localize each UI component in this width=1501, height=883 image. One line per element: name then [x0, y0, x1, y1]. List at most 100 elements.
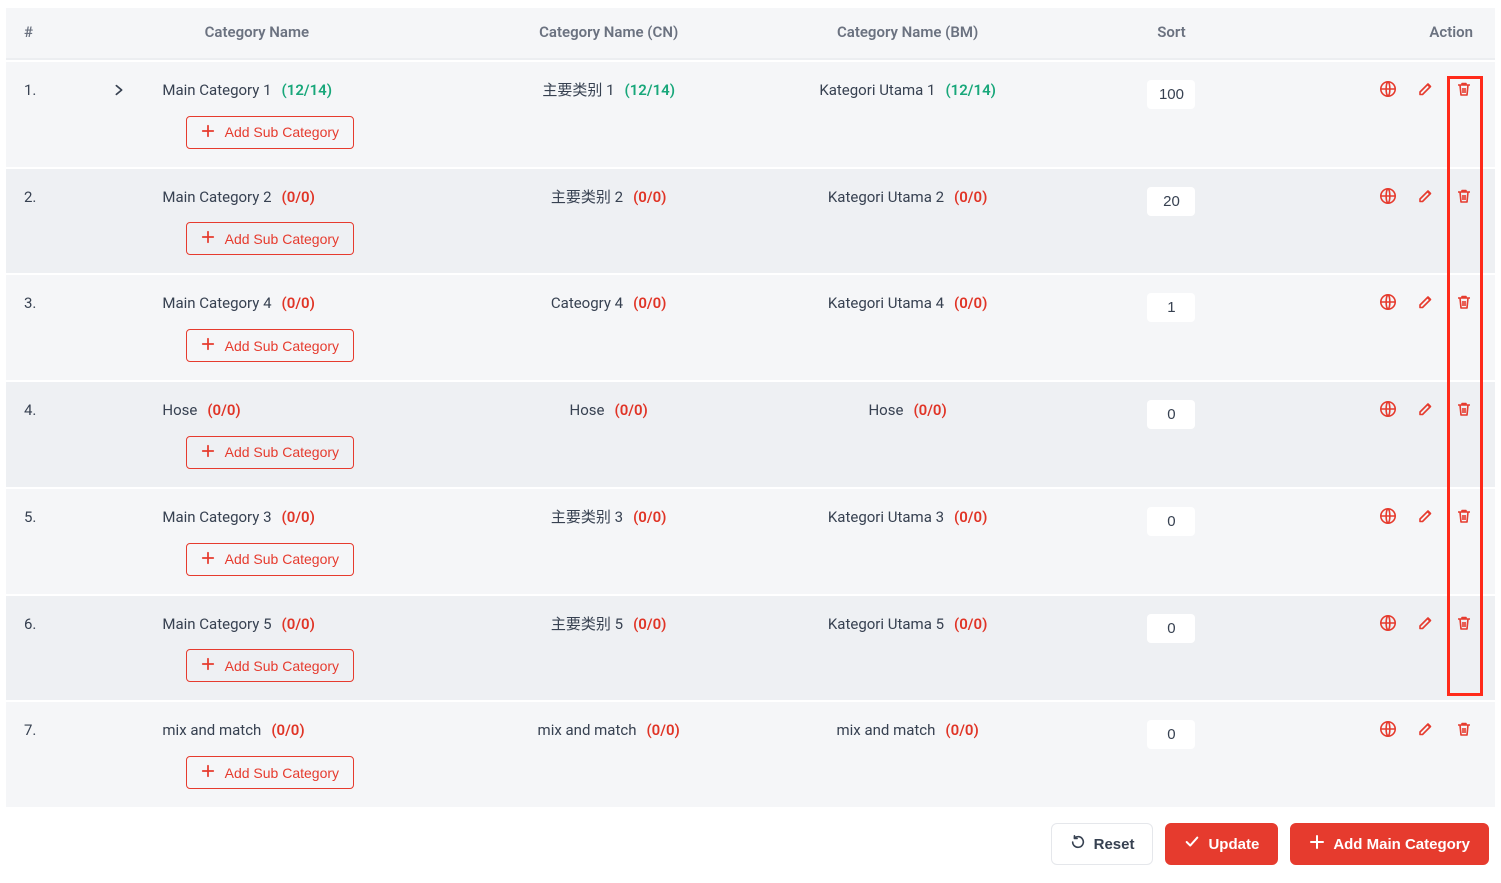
category-name: mix and match — [162, 720, 261, 742]
trash-icon[interactable] — [1455, 187, 1473, 205]
edit-icon[interactable] — [1417, 293, 1435, 311]
cell-category-name: Main Category 3 (0/0) Add Sub Category — [54, 489, 459, 594]
edit-icon[interactable] — [1417, 400, 1435, 418]
globe-icon[interactable] — [1379, 614, 1397, 632]
category-cn-count: (12/14) — [625, 80, 675, 102]
plus-icon — [201, 124, 215, 141]
trash-icon[interactable] — [1455, 614, 1473, 632]
category-name-count: (0/0) — [282, 187, 315, 209]
cell-sort — [1057, 596, 1286, 701]
category-cn: mix and match — [538, 720, 637, 742]
add-sub-label: Add Sub Category — [225, 444, 339, 460]
category-bm: Kategori Utama 5 — [828, 614, 944, 636]
globe-icon[interactable] — [1379, 400, 1397, 418]
cell-category-bm: Hose (0/0) — [758, 382, 1057, 487]
cell-category-name: Main Category 1 (12/14) Add Sub Category — [54, 62, 459, 167]
add-sub-category-button[interactable]: Add Sub Category — [186, 116, 354, 149]
reset-button[interactable]: Reset — [1051, 823, 1154, 865]
sort-input[interactable] — [1147, 400, 1195, 429]
edit-icon[interactable] — [1417, 507, 1435, 525]
category-name: Main Category 5 — [162, 614, 271, 636]
category-cn: 主要类别 2 — [551, 187, 623, 209]
cell-category-bm: Kategori Utama 2 (0/0) — [758, 169, 1057, 274]
row-index: 3. — [6, 275, 54, 380]
cell-category-cn: 主要类别 5 (0/0) — [459, 596, 758, 701]
category-cn-count: (0/0) — [633, 614, 666, 636]
trash-icon[interactable] — [1455, 507, 1473, 525]
cell-sort — [1057, 62, 1286, 167]
category-bm-count: (0/0) — [954, 614, 987, 636]
header-cn: Category Name (CN) — [459, 8, 758, 60]
add-sub-label: Add Sub Category — [225, 658, 339, 674]
add-sub-category-button[interactable]: Add Sub Category — [186, 436, 354, 469]
chevron-right-icon[interactable] — [112, 82, 126, 96]
cell-category-cn: 主要类别 1 (12/14) — [459, 62, 758, 167]
edit-icon[interactable] — [1417, 187, 1435, 205]
sort-input[interactable] — [1147, 187, 1195, 216]
cell-sort — [1057, 489, 1286, 594]
category-cn-count: (0/0) — [633, 507, 666, 529]
update-button[interactable]: Update — [1165, 823, 1278, 865]
cell-category-cn: 主要类别 2 (0/0) — [459, 169, 758, 274]
add-sub-category-button[interactable]: Add Sub Category — [186, 649, 354, 682]
trash-icon[interactable] — [1455, 400, 1473, 418]
header-sort: Sort — [1057, 8, 1286, 60]
category-cn-count: (0/0) — [633, 293, 666, 315]
sort-input[interactable] — [1147, 507, 1195, 536]
category-cn: Cateogry 4 — [551, 293, 623, 315]
category-name-count: (0/0) — [282, 293, 315, 315]
cell-actions — [1286, 275, 1495, 380]
cell-actions — [1286, 62, 1495, 167]
add-sub-category-button[interactable]: Add Sub Category — [186, 543, 354, 576]
cell-category-cn: Hose (0/0) — [459, 382, 758, 487]
category-bm: Kategori Utama 3 — [828, 507, 944, 529]
sort-input[interactable] — [1147, 293, 1195, 322]
category-cn: 主要类别 1 — [542, 80, 614, 102]
plus-icon — [201, 657, 215, 674]
globe-icon[interactable] — [1379, 80, 1397, 98]
sort-input[interactable] — [1147, 720, 1195, 749]
cell-sort — [1057, 382, 1286, 487]
add-sub-category-button[interactable]: Add Sub Category — [186, 756, 354, 789]
add-sub-label: Add Sub Category — [225, 765, 339, 781]
edit-icon[interactable] — [1417, 614, 1435, 632]
row-index: 7. — [6, 702, 54, 807]
add-main-category-button[interactable]: Add Main Category — [1290, 823, 1489, 865]
reset-label: Reset — [1094, 836, 1135, 853]
category-bm: Kategori Utama 2 — [828, 187, 944, 209]
table-row: 7. mix and match (0/0) Add Sub Category … — [6, 702, 1495, 807]
globe-icon[interactable] — [1379, 720, 1397, 738]
cell-actions — [1286, 489, 1495, 594]
category-bm: mix and match — [837, 720, 936, 742]
add-main-label: Add Main Category — [1333, 836, 1470, 853]
row-index: 5. — [6, 489, 54, 594]
update-label: Update — [1208, 836, 1259, 853]
trash-icon[interactable] — [1455, 293, 1473, 311]
globe-icon[interactable] — [1379, 187, 1397, 205]
table-row: 6. Main Category 5 (0/0) Add Sub Categor… — [6, 596, 1495, 701]
footer-actions: Reset Update Add Main Category — [6, 809, 1495, 865]
category-bm-count: (0/0) — [954, 507, 987, 529]
plus-icon — [201, 230, 215, 247]
add-sub-category-button[interactable]: Add Sub Category — [186, 329, 354, 362]
cell-category-cn: 主要类别 3 (0/0) — [459, 489, 758, 594]
add-sub-category-button[interactable]: Add Sub Category — [186, 222, 354, 255]
trash-icon[interactable] — [1455, 80, 1473, 98]
category-bm: Hose — [868, 400, 903, 422]
sort-input[interactable] — [1147, 614, 1195, 643]
sort-input[interactable] — [1147, 80, 1195, 109]
category-cn: Hose — [570, 400, 605, 422]
category-cn: 主要类别 5 — [551, 614, 623, 636]
trash-icon[interactable] — [1455, 720, 1473, 738]
edit-icon[interactable] — [1417, 720, 1435, 738]
plus-icon — [1309, 834, 1325, 854]
row-index: 2. — [6, 169, 54, 274]
category-name-count: (0/0) — [271, 720, 304, 742]
table-row: 5. Main Category 3 (0/0) Add Sub Categor… — [6, 489, 1495, 594]
add-sub-label: Add Sub Category — [225, 231, 339, 247]
globe-icon[interactable] — [1379, 293, 1397, 311]
globe-icon[interactable] — [1379, 507, 1397, 525]
cell-category-name: Main Category 5 (0/0) Add Sub Category — [54, 596, 459, 701]
edit-icon[interactable] — [1417, 80, 1435, 98]
category-name: Hose — [162, 400, 197, 422]
